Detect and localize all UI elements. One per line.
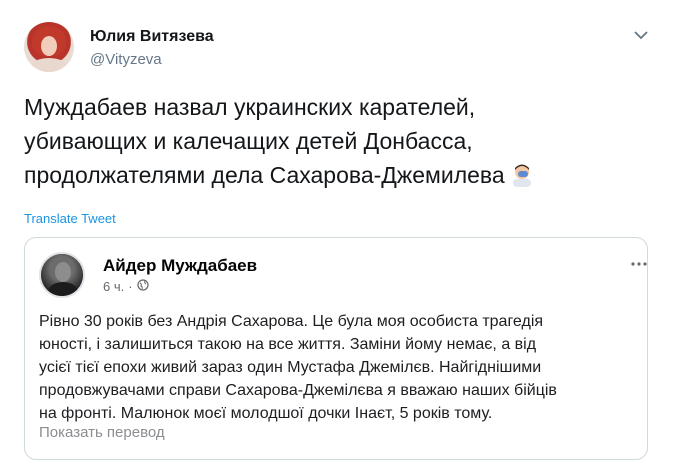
tweet-text-line: убивающих и калечащих детей Донбасса, xyxy=(24,128,473,154)
quoted-text-line: на фронті. Малюнок моєї молодшої дочки І… xyxy=(39,405,493,422)
tweet-card: Юлия Витязева @Vityzeva Муждабаев назвал… xyxy=(0,0,673,469)
quoted-post-text: Рівно 30 років без Андрія Сахарова. Це б… xyxy=(39,310,643,425)
quoted-author-name[interactable]: Айдер Муждабаев xyxy=(103,256,257,276)
quoted-post[interactable]: Айдер Муждабаев 6 ч. · Рівно 30 років бе… xyxy=(24,237,648,460)
chevron-down-icon[interactable] xyxy=(632,26,650,44)
author-name[interactable]: Юлия Витязева xyxy=(90,28,214,46)
tweet-text-line: Муждабаев назвал украинских карателей, xyxy=(24,94,476,120)
man-facepalming-emoji-icon xyxy=(509,161,535,196)
more-options-icon[interactable] xyxy=(631,258,647,270)
quoted-post-meta: 6 ч. · xyxy=(103,279,149,294)
quoted-author-avatar[interactable] xyxy=(39,252,85,298)
tweet-text-line: продолжателями дела Сахарова-Джемилева xyxy=(24,158,654,196)
post-time[interactable]: 6 ч. xyxy=(103,279,124,294)
show-translation-link[interactable]: Показать перевод xyxy=(39,424,165,441)
quoted-text-line: продовжувачами справи Сахарова-Джемілєва… xyxy=(39,382,557,399)
quoted-text-line: усієї тієї епохи живий зараз один Мустаф… xyxy=(39,359,542,376)
translate-tweet-link[interactable]: Translate Tweet xyxy=(24,211,116,226)
author-avatar[interactable] xyxy=(24,22,74,72)
author-handle[interactable]: @Vityzeva xyxy=(90,51,162,68)
meta-separator: · xyxy=(128,279,133,294)
quoted-text-line: Рівно 30 років без Андрія Сахарова. Це б… xyxy=(39,313,544,330)
tweet-text: Муждабаев назвал украинских карателей, у… xyxy=(24,90,654,196)
quoted-text-line: юності, і залишиться такою на все життя.… xyxy=(39,336,537,353)
globe-icon xyxy=(136,279,149,294)
